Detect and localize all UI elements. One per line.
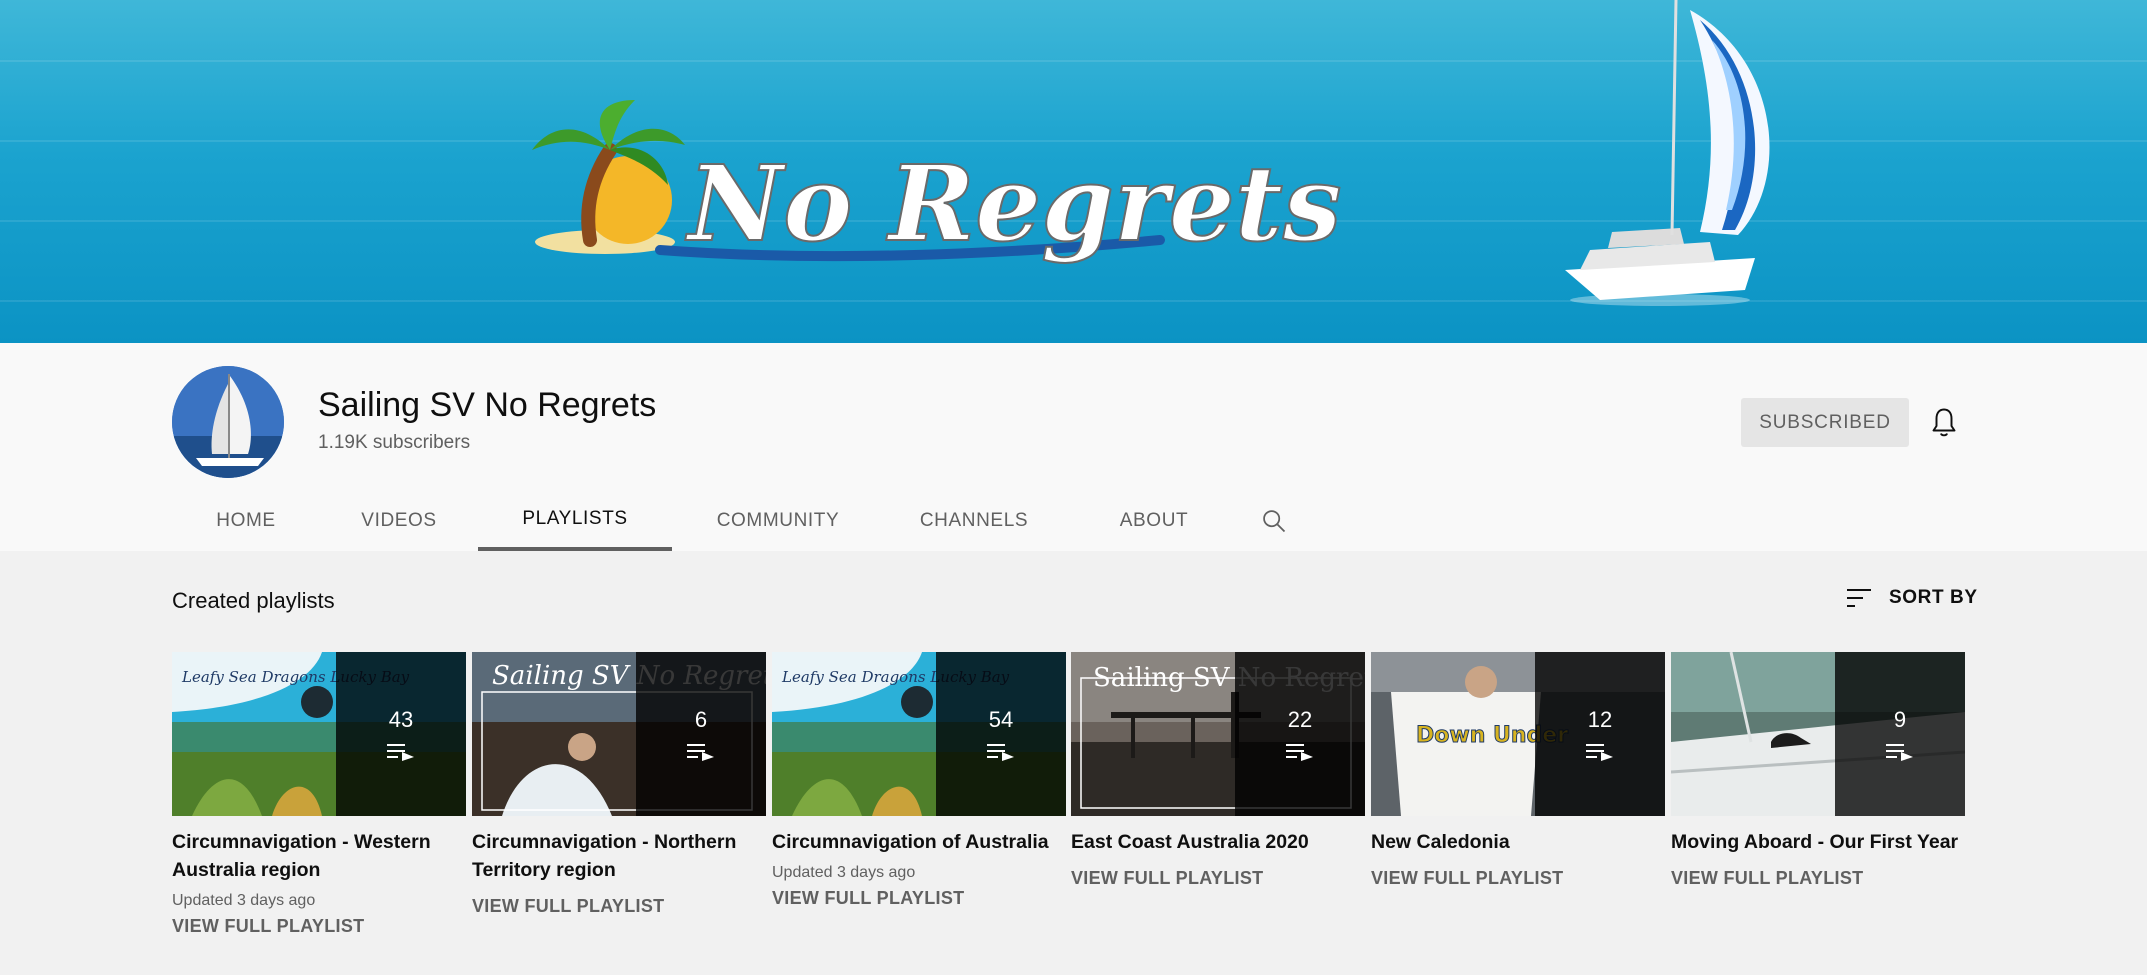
playlist-video-count: 6 (694, 707, 708, 732)
view-full-playlist-link[interactable]: VIEW FULL PLAYLIST (472, 896, 766, 917)
playlist-title[interactable]: Moving Aboard - Our First Year (1671, 828, 1965, 856)
playlist-title[interactable]: Circumnavigation - Northern Territory re… (472, 828, 766, 884)
playlist-icon (387, 744, 414, 761)
playlist-card: Sailing SV No Regrets 22 East Coast Aust… (1071, 652, 1365, 889)
channel-name: Sailing SV No Regrets (318, 386, 657, 424)
playlist-card: Down Under 12 New Caledonia VIEW FULL PL… (1371, 652, 1665, 889)
playlist-thumbnail[interactable]: Sailing SV No Regrets 22 (1071, 652, 1365, 816)
playlist-icon (1886, 744, 1913, 761)
sort-by-label: SORT BY (1889, 587, 1978, 608)
playlist-title[interactable]: East Coast Australia 2020 (1071, 828, 1365, 856)
tab-about[interactable]: ABOUT (1064, 490, 1244, 551)
channel-tabs: HOME VIDEOS PLAYLISTS COMMUNITY CHANNELS… (172, 490, 1304, 551)
playlist-updated: Updated 3 days ago (172, 892, 316, 909)
sort-by-button[interactable]: SORT BY (1845, 586, 1978, 610)
tab-channels[interactable]: CHANNELS (884, 490, 1064, 551)
playlist-video-count: 9 (1893, 707, 1907, 732)
tab-community[interactable]: COMMUNITY (672, 490, 884, 551)
channel-avatar[interactable] (172, 366, 284, 478)
playlist-title[interactable]: Circumnavigation - Western Australia reg… (172, 828, 466, 884)
playlist-icon (687, 744, 714, 761)
playlist-thumbnail[interactable]: 9 (1671, 652, 1965, 816)
tab-home[interactable]: HOME (172, 490, 320, 551)
playlist-icon (1586, 744, 1613, 761)
playlist-updated: Updated 3 days ago (772, 864, 916, 881)
playlist-video-count: 54 (988, 707, 1014, 732)
view-full-playlist-link[interactable]: VIEW FULL PLAYLIST (1671, 868, 1965, 889)
banner-logo-text: No Regrets (685, 142, 1342, 265)
playlist-count-overlay: 6 (636, 652, 766, 816)
playlist-count-overlay: 43 (336, 652, 466, 816)
playlist-title[interactable]: Circumnavigation of Australia (772, 828, 1066, 856)
playlist-video-count: 12 (1587, 707, 1613, 732)
section-title: Created playlists (172, 588, 335, 613)
sort-icon (1847, 589, 1871, 607)
playlist-card: 9 Moving Aboard - Our First Year VIEW FU… (1671, 652, 1965, 889)
channel-banner: No Regrets (0, 0, 2147, 343)
playlist-card: Leafy Sea Dragons Lucky Bay 54 Circumnav… (772, 652, 1066, 909)
playlist-video-count: 43 (388, 707, 414, 732)
playlist-thumbnail[interactable]: Leafy Sea Dragons Lucky Bay 54 (772, 652, 1066, 816)
playlist-thumbnail[interactable]: Down Under 12 (1371, 652, 1665, 816)
playlist-count-overlay: 22 (1235, 652, 1365, 816)
view-full-playlist-link[interactable]: VIEW FULL PLAYLIST (1071, 868, 1365, 889)
playlist-thumbnail[interactable]: Sailing SV No Regrets 6 (472, 652, 766, 816)
tab-playlists[interactable]: PLAYLISTS (478, 490, 672, 551)
playlist-icon (987, 744, 1014, 761)
bell-icon[interactable] (1926, 405, 1962, 441)
view-full-playlist-link[interactable]: VIEW FULL PLAYLIST (772, 888, 1066, 909)
playlist-video-count: 22 (1287, 707, 1313, 732)
playlist-card: Leafy Sea Dragons Lucky Bay 43 Circumnav… (172, 652, 466, 937)
channel-search-icon[interactable] (1244, 490, 1304, 551)
playlist-thumbnail[interactable]: Leafy Sea Dragons Lucky Bay 43 (172, 652, 466, 816)
playlist-title[interactable]: New Caledonia (1371, 828, 1665, 856)
playlist-count-overlay: 54 (936, 652, 1066, 816)
view-full-playlist-link[interactable]: VIEW FULL PLAYLIST (1371, 868, 1665, 889)
playlist-icon (1286, 744, 1313, 761)
playlist-card: Sailing SV No Regrets 6 Circumnavigation… (472, 652, 766, 917)
view-full-playlist-link[interactable]: VIEW FULL PLAYLIST (172, 916, 466, 937)
playlist-count-overlay: 12 (1535, 652, 1665, 816)
tab-videos[interactable]: VIDEOS (320, 490, 478, 551)
subscribed-button[interactable]: SUBSCRIBED (1741, 398, 1909, 447)
playlist-count-overlay: 9 (1835, 652, 1965, 816)
subscriber-count: 1.19K subscribers (318, 432, 471, 453)
